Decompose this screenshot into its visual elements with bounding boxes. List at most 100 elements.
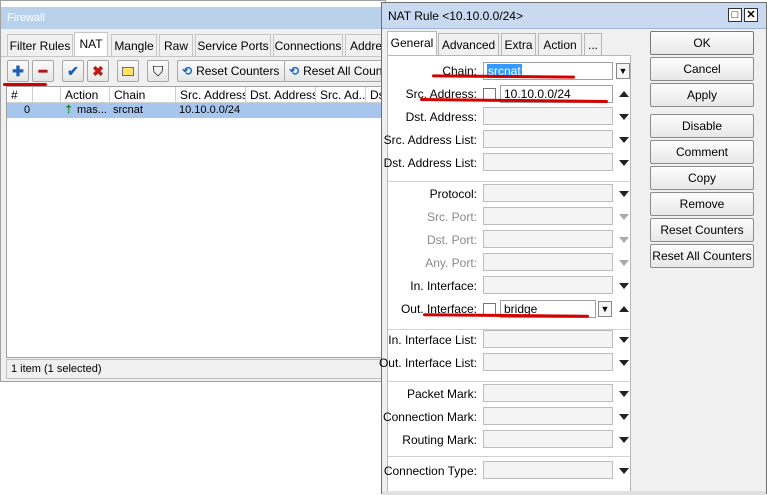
routing-mark-input[interactable] [483,430,613,448]
protocol-label: Protocol: [429,187,477,201]
separator [388,181,630,182]
src-address-list-label: Src. Address List: [383,133,477,147]
dst-port-input[interactable] [483,230,613,248]
remove-button[interactable]: ━ [32,60,54,82]
close-icon: ✕ [746,9,756,21]
in-interface-input[interactable] [483,276,613,294]
dialog-titlebar[interactable]: NAT Rule <10.10.0.0/24> □ ✕ [382,3,766,29]
chevron-down-icon: ▼ [600,304,610,314]
column-dst-address[interactable]: Dst. Address [246,87,316,103]
collapse-up-icon[interactable] [619,91,629,97]
table-row[interactable]: 0 ⇡ mas... srcnat 10.10.0.0/24 [7,103,385,118]
expand-down-icon[interactable] [619,137,629,143]
chain-dropdown-button[interactable]: ▼ [616,63,630,79]
connection-mark-label: Connection Mark: [382,410,477,424]
column-flags[interactable] [33,87,61,103]
reset-icon: ⟲ [182,64,193,78]
any-port-label: Any. Port: [425,256,477,270]
dst-address-input[interactable] [483,107,613,125]
expand-down-icon[interactable] [619,114,629,120]
chevron-down-icon: ▼ [618,66,628,76]
expand-down-icon[interactable] [619,468,629,474]
expand-down-icon[interactable] [619,260,629,266]
tab-nat[interactable]: NAT [74,32,108,57]
out-interface-list-input[interactable] [483,353,613,371]
out-interface-dropdown-button[interactable]: ▼ [598,301,612,317]
firewall-title: Firewall [1,7,385,29]
tab-more[interactable]: ... [584,33,602,55]
row-number: 0 [24,104,31,116]
tab-mangle[interactable]: Mangle [111,34,157,56]
expand-down-icon[interactable] [619,337,629,343]
maximize-button[interactable]: □ [728,8,742,22]
expand-down-icon[interactable] [619,437,629,443]
tab-connections[interactable]: Connections [273,34,343,56]
row-src-address: 10.10.0.0/24 [179,104,241,116]
expand-down-icon[interactable] [619,391,629,397]
tab-extra[interactable]: Extra [501,33,536,55]
row-chain: srcnat [113,104,143,116]
tab-service-ports[interactable]: Service Ports [195,34,271,56]
expand-down-icon[interactable] [619,214,629,220]
src-address-list-input[interactable] [483,130,613,148]
connection-mark-input[interactable] [483,407,613,425]
connection-type-input[interactable] [483,461,613,479]
filter-button[interactable]: ⛉ [147,60,169,82]
add-button[interactable]: ✚ [7,60,29,82]
disable-button[interactable]: ✖ [87,60,109,82]
enable-button[interactable]: ✔ [62,60,84,82]
column-src-address[interactable]: Src. Address [176,87,246,103]
column-action[interactable]: Action [61,87,110,103]
expand-down-icon[interactable] [619,160,629,166]
copy-button[interactable]: Copy [650,166,754,190]
expand-down-icon[interactable] [619,414,629,420]
expand-down-icon[interactable] [619,283,629,289]
separator [388,381,630,382]
dialog-bottom-edge [382,491,766,495]
dst-address-list-label: Dst. Address List: [383,156,477,170]
column-number[interactable]: # [7,87,33,103]
tab-address-lists[interactable]: Addre [345,34,385,56]
comment-rule-button[interactable]: Comment [650,140,754,164]
packet-mark-label: Packet Mark: [406,387,477,401]
reset-counters-dialog-button[interactable]: Reset Counters [650,218,754,242]
protocol-input[interactable] [483,184,613,202]
remove-rule-button[interactable]: Remove [650,192,754,216]
reset-counters-label: Reset Counters [196,64,280,78]
src-port-input[interactable] [483,207,613,225]
tab-filter-rules[interactable]: Filter Rules [7,34,73,56]
expand-down-icon[interactable] [619,237,629,243]
reset-counters-button[interactable]: ⟲ Reset Counters [177,60,287,82]
close-button[interactable]: ✕ [744,8,758,22]
masquerade-icon: ⇡ [61,103,71,118]
in-interface-list-input[interactable] [483,330,613,348]
dst-address-list-input[interactable] [483,153,613,171]
reset-all-counters-dialog-button[interactable]: Reset All Counters [650,244,754,268]
routing-mark-label: Routing Mark: [402,433,477,447]
dst-port-label: Dst. Port: [426,233,477,247]
expand-down-icon[interactable] [619,191,629,197]
cancel-button[interactable]: Cancel [650,57,754,81]
tab-raw[interactable]: Raw [159,34,193,56]
disable-rule-button[interactable]: Disable [650,114,754,138]
out-interface-list-label: Out. Interface List: [378,356,477,370]
reset-all-counters-button[interactable]: ⟲ Reset All Counte [284,60,385,82]
tab-action[interactable]: Action [538,33,582,55]
reset-all-icon: ⟲ [289,64,300,78]
dialog-title: NAT Rule <10.10.0.0/24> [388,9,523,23]
tab-advanced[interactable]: Advanced [438,33,499,55]
ok-button[interactable]: OK [650,31,754,55]
packet-mark-input[interactable] [483,384,613,402]
any-port-input[interactable] [483,253,613,271]
plus-icon: ✚ [12,63,24,79]
comment-button[interactable] [117,60,139,82]
column-src-address-list[interactable]: Src. Ad... [316,87,366,103]
cross-icon: ✖ [92,63,104,79]
column-chain[interactable]: Chain [110,87,176,103]
collapse-up-icon[interactable] [619,306,629,312]
apply-button[interactable]: Apply [650,83,754,107]
tab-general[interactable]: General [387,31,437,56]
nat-rules-table: # Action Chain Src. Address Dst. Address… [6,86,385,358]
expand-down-icon[interactable] [619,360,629,366]
note-icon [122,67,134,76]
